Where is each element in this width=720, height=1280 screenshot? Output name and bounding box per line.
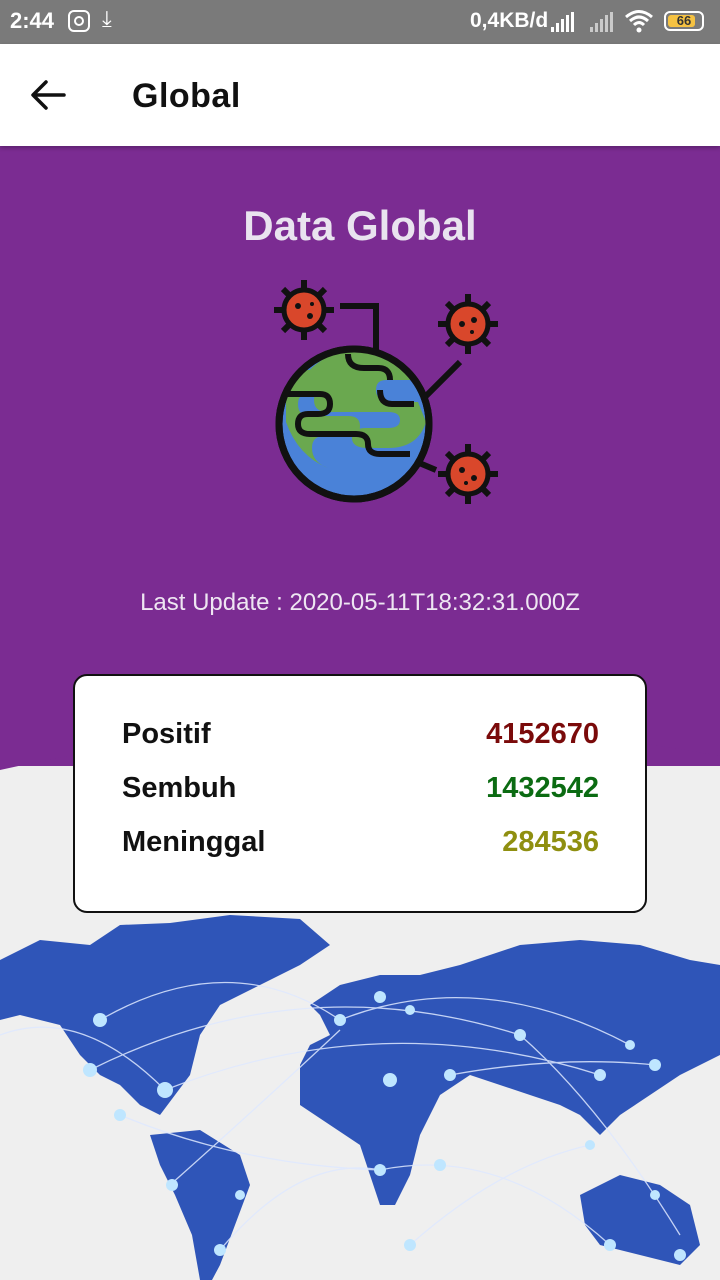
stat-row-sembuh: Sembuh 1432542 <box>122 772 599 812</box>
stat-value-sembuh: 1432542 <box>486 772 599 804</box>
signal-no-service-icon <box>590 12 613 32</box>
status-time: 2:44 <box>10 8 55 33</box>
wifi-icon <box>625 10 653 33</box>
stat-row-meninggal: Meninggal 284536 <box>122 826 599 866</box>
network-speed: 0,4KB/d <box>470 9 549 32</box>
download-icon: ⤓ <box>102 6 112 31</box>
stat-value-positif: 4152670 <box>486 718 599 750</box>
last-update-text: Last Update : 2020-05-11T18:32:31.000Z <box>140 589 580 616</box>
stats-card: Positif 4152670 Sembuh 1432542 Meninggal… <box>73 674 647 913</box>
battery-icon: 66 <box>664 11 704 31</box>
instagram-icon <box>68 10 90 32</box>
status-bar: 2:44 ⤓ 0,4KB/d 66 <box>0 0 720 44</box>
hero-title: Data Global <box>243 202 477 249</box>
page-title: Global <box>132 77 241 115</box>
battery-level: 66 <box>676 13 692 28</box>
arrow-left-icon[interactable] <box>28 77 68 113</box>
world-map-network <box>0 915 720 1280</box>
globe-virus-icon <box>274 280 498 504</box>
stat-label-sembuh: Sembuh <box>122 772 237 804</box>
stat-row-positif: Positif 4152670 <box>122 718 599 758</box>
stat-label-positif: Positif <box>122 718 211 750</box>
stat-value-meninggal: 284536 <box>502 826 599 858</box>
signal-icon <box>551 12 574 32</box>
stat-label-meninggal: Meninggal <box>122 826 266 858</box>
app-bar: Global <box>0 44 720 146</box>
